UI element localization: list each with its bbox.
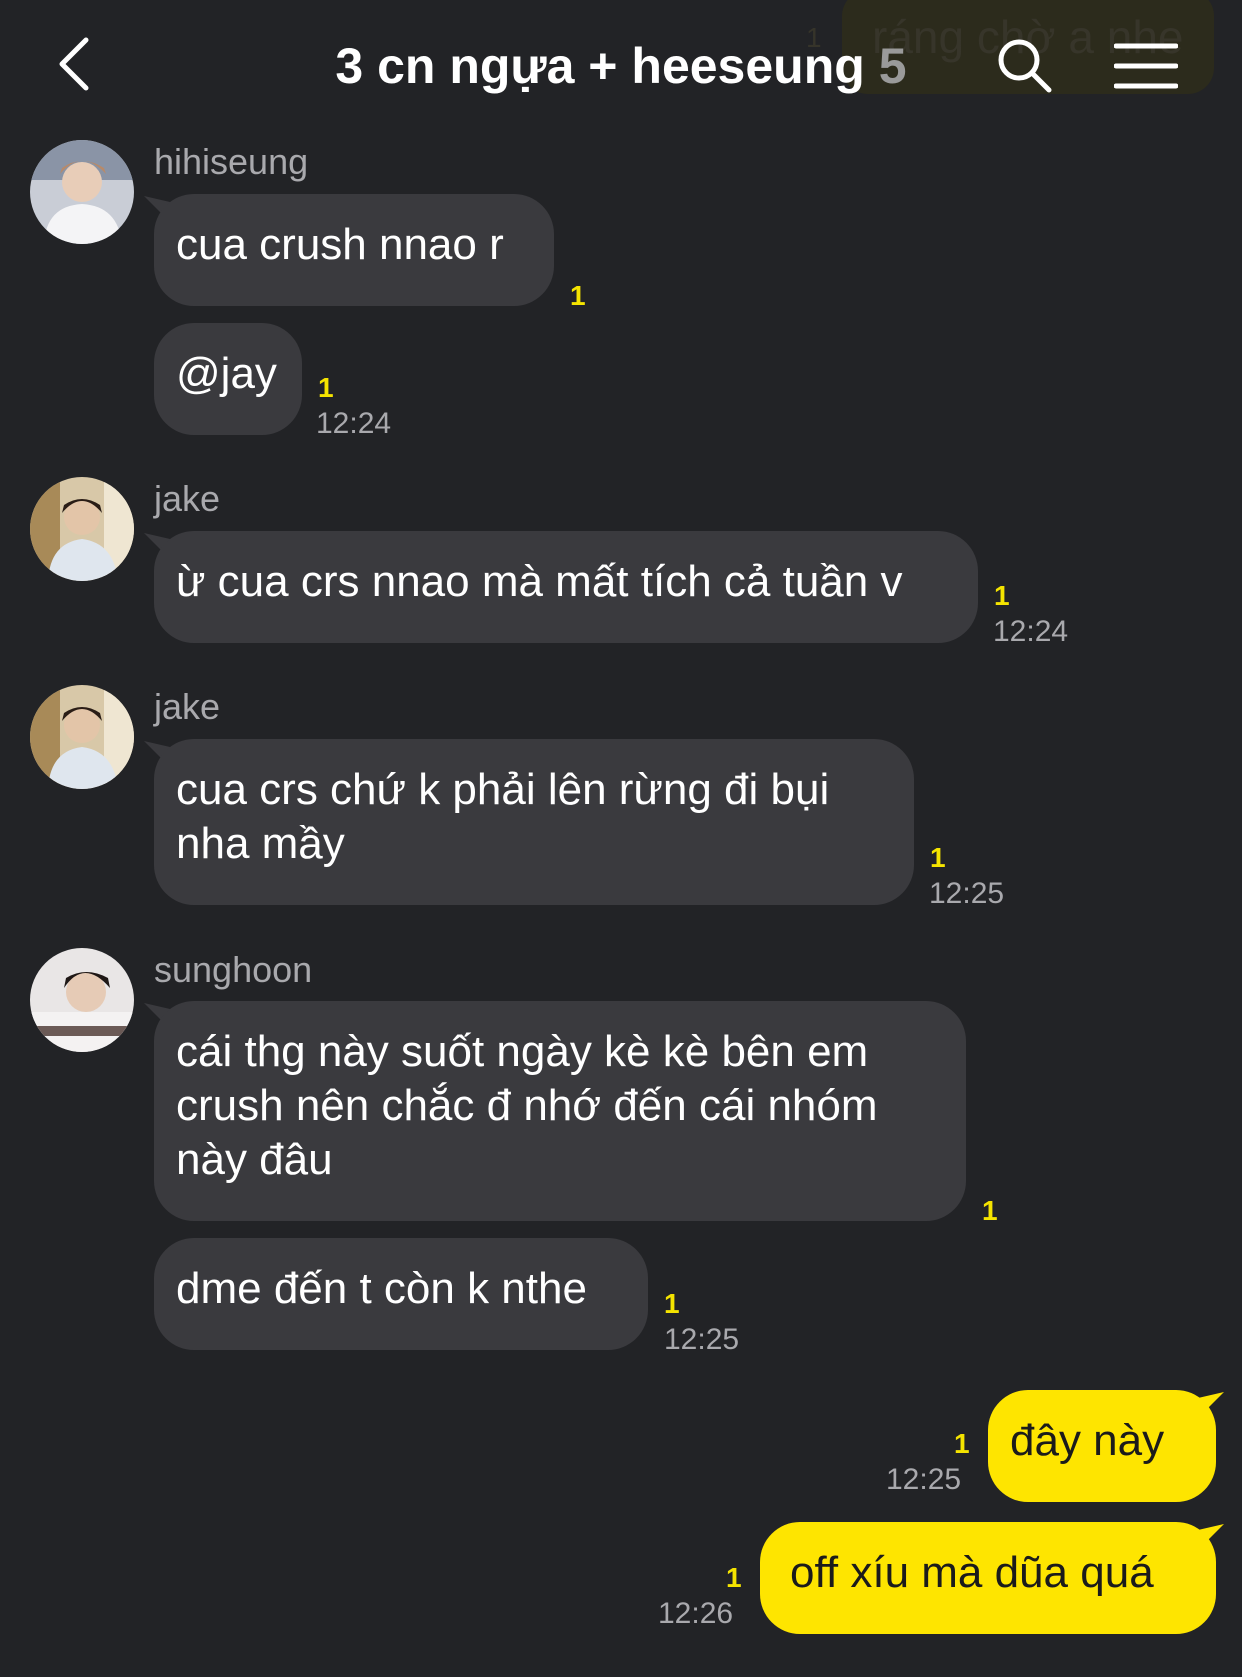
message-bubble[interactable]: @jay xyxy=(154,323,302,435)
message-text-line: cua crs chứ k phải lên rừng đi bụi xyxy=(176,765,830,814)
message-text: dme đến t còn k nthe xyxy=(176,1264,587,1313)
my-message-bubble[interactable]: off xíu mà dũa quá xyxy=(760,1522,1216,1634)
message-text-line: nha mầy xyxy=(176,819,345,868)
message-bubble[interactable]: cua crush nnao r xyxy=(154,194,554,306)
message-bubble[interactable]: dme đến t còn k nthe xyxy=(154,1238,648,1350)
message-text-line: cái thg này suốt ngày kè kè bên em xyxy=(176,1027,869,1076)
unread-count: 1 xyxy=(994,580,1010,611)
message-text: ừ cua crs nnao mà mất tích cả tuần v xyxy=(176,557,903,606)
unread-count: 1 xyxy=(664,1288,680,1319)
avatar-jake[interactable] xyxy=(30,477,134,581)
bubble-tail xyxy=(1198,1524,1224,1550)
message-text: @jay xyxy=(176,349,277,398)
my-message-bubble[interactable]: đây này xyxy=(988,1390,1216,1502)
unread-count: 1 xyxy=(570,280,586,311)
message-text: off xíu mà dũa quá xyxy=(790,1548,1154,1597)
unread-count: 1 xyxy=(318,372,334,403)
message-bubble[interactable]: ừ cua crs nnao mà mất tích cả tuần v xyxy=(154,531,978,643)
message-time: 12:26 xyxy=(658,1597,734,1630)
avatar-hihiseung[interactable] xyxy=(30,140,134,244)
message-time: 12:25 xyxy=(664,1323,740,1356)
sender-name: jake xyxy=(154,686,221,727)
chat-title: 3 cn ngựa + heeseung 5 xyxy=(0,34,1242,98)
unread-count: 1 xyxy=(930,842,946,873)
message-bubble[interactable]: cái thg này suốt ngày kè kè bên em crush… xyxy=(154,1001,966,1221)
sender-name: hihiseung xyxy=(154,141,309,182)
sender-name: sunghoon xyxy=(154,949,313,990)
message-text: cua crush nnao r xyxy=(176,220,504,269)
message-time: 12:24 xyxy=(316,407,392,440)
message-time: 12:25 xyxy=(886,1463,962,1496)
search-icon[interactable] xyxy=(995,36,1055,96)
message-time: 12:25 xyxy=(929,877,1005,910)
bubble-tail xyxy=(1198,1392,1224,1418)
member-count: 5 xyxy=(878,38,907,94)
message-time: 12:24 xyxy=(993,615,1069,648)
message-text-line: này đâu xyxy=(176,1135,333,1184)
sender-name: jake xyxy=(154,478,221,519)
unread-count: 1 xyxy=(726,1562,742,1593)
avatar-sunghoon[interactable] xyxy=(30,948,134,1052)
hamburger-menu-icon[interactable] xyxy=(1113,40,1179,92)
message-text-line: crush nên chắc đ nhớ đến cái nhóm xyxy=(176,1081,878,1130)
unread-count: 1 xyxy=(982,1195,998,1226)
chat-title-text: 3 cn ngựa + heeseung xyxy=(335,38,865,94)
avatar-jake[interactable] xyxy=(30,685,134,789)
unread-count: 1 xyxy=(954,1428,970,1459)
message-text: đây này xyxy=(1010,1416,1165,1465)
message-bubble[interactable]: cua crs chứ k phải lên rừng đi bụi nha m… xyxy=(154,739,914,905)
